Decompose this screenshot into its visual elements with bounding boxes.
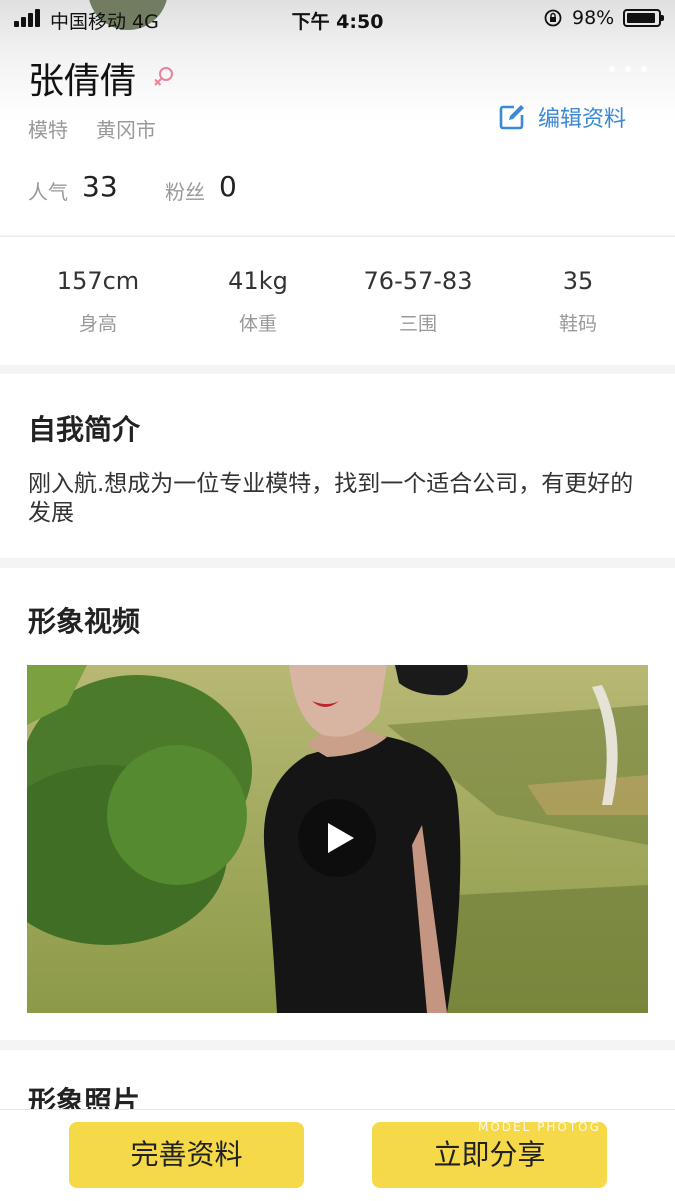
watermark: MODEL PHOTOG <box>478 1120 601 1134</box>
profile-city: 黄冈市 <box>96 118 156 142</box>
edit-icon <box>499 105 524 130</box>
video-section: 形象视频 <box>0 568 675 1040</box>
edit-profile-button[interactable]: 编辑资料 <box>498 100 626 134</box>
profile-role: 模特 <box>28 118 68 142</box>
fans-label: 粉丝 <box>165 180 205 204</box>
female-gender-icon <box>154 67 173 86</box>
shoe-size-label: 鞋码 <box>558 313 597 335</box>
height-stat: 157cm 身高 <box>18 267 178 336</box>
status-bar: 中国移动 4G 下午 4:50 98% <box>0 0 675 36</box>
more-options-icon[interactable] <box>609 64 647 74</box>
measurements-panel: 157cm 身高 41kg 体重 76-57-83 三围 35 鞋码 <box>0 236 675 365</box>
bust-waist-hip-value: 76-57-83 <box>363 267 473 295</box>
weight-stat: 41kg 体重 <box>178 267 338 336</box>
intro-text: 刚入航.想成为一位专业模特，找到一个适合公司，有更好的发展 <box>28 471 634 526</box>
photo-section: 形象照片 <box>0 1050 675 1110</box>
complete-profile-button[interactable]: 完善资料 <box>69 1122 304 1188</box>
bust-waist-hip-stat: 76-57-83 三围 <box>338 267 498 336</box>
profile-header: 中国移动 4G 下午 4:50 98% 张倩倩 模特 黄冈市 编辑资料 人气 3… <box>0 0 675 235</box>
weight-value: 41kg <box>228 267 288 295</box>
popularity-value: 33 <box>82 170 118 203</box>
play-button[interactable] <box>298 799 376 877</box>
fans-value: 0 <box>219 170 237 203</box>
shoe-size-stat: 35 鞋码 <box>498 267 658 336</box>
popularity-label: 人气 <box>28 180 68 204</box>
edit-profile-label: 编辑资料 <box>538 107 627 132</box>
profile-video-thumbnail[interactable] <box>27 665 648 1013</box>
photo-section-title: 形象照片 <box>28 1085 141 1110</box>
bust-waist-hip-label: 三围 <box>398 313 437 335</box>
battery-icon <box>623 9 664 27</box>
intro-section: 自我简介 刚入航.想成为一位专业模特，找到一个适合公司，有更好的发展 <box>0 374 675 558</box>
profile-name: 张倩倩 <box>28 61 137 102</box>
shoe-size-value: 35 <box>562 267 594 295</box>
orientation-lock-icon <box>544 9 562 27</box>
height-label: 身高 <box>78 313 117 335</box>
video-section-title: 形象视频 <box>28 605 141 638</box>
play-icon <box>328 823 354 853</box>
height-value: 157cm <box>56 267 140 295</box>
battery-percent: 98% <box>572 7 615 29</box>
intro-title: 自我简介 <box>28 413 141 446</box>
weight-label: 体重 <box>238 313 277 335</box>
